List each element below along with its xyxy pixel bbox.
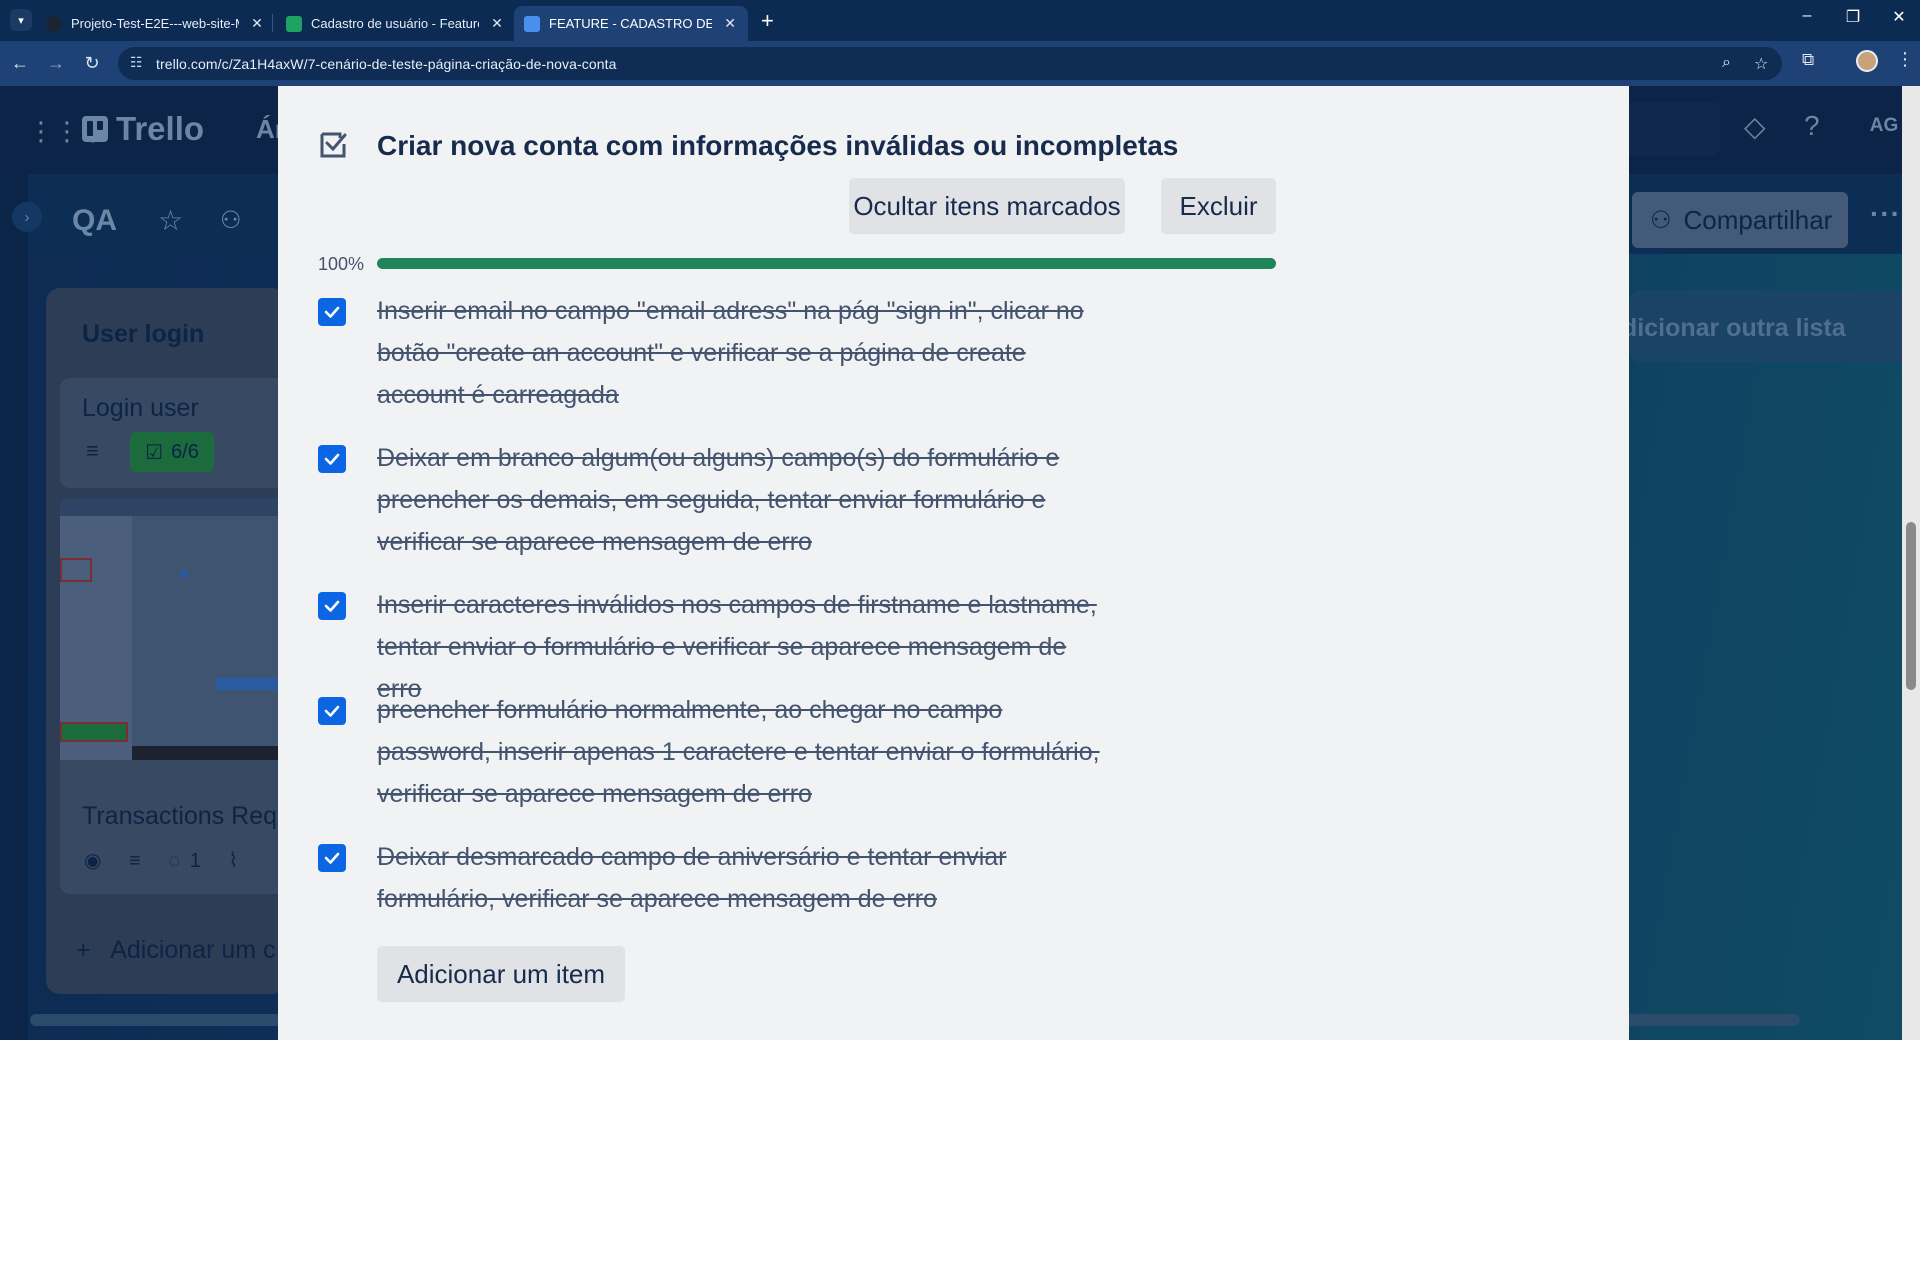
add-member-icon: ⚇ (1650, 206, 1672, 234)
board-menu-icon[interactable]: ··· (1870, 198, 1901, 230)
tab-title: FEATURE - CADASTRO DE NOVA (549, 16, 713, 31)
browser-toolbar: ← → ↻ ☷ trello.com/c/Za1H4axW/7-cenário-… (0, 41, 1920, 86)
attachment-icon: ⌇ (228, 850, 239, 872)
card-login-user[interactable]: Login user ≡ ☑ 6/6 (60, 378, 300, 488)
search-input[interactable] (1620, 102, 1720, 156)
delete-checklist-button[interactable]: Excluir (1161, 178, 1276, 234)
trello-mark-icon (82, 116, 108, 142)
plus-icon: + (76, 936, 91, 964)
checklist-item-text[interactable]: Deixar desmarcado campo de aniversário e… (377, 836, 1117, 920)
checkmark-icon (324, 306, 340, 318)
card-title: Transactions Requ (82, 802, 291, 830)
progress-bar (377, 258, 1276, 269)
site-settings-icon[interactable]: ☷ (130, 54, 143, 71)
close-tab-icon[interactable]: ✕ (489, 15, 505, 32)
address-url[interactable]: trello.com/c/Za1H4axW/7-cenário-de-teste… (156, 56, 617, 72)
browser-tab-3-active[interactable]: FEATURE - CADASTRO DE NOVA ✕ (514, 6, 748, 41)
card-transactions[interactable]: Transactions Requ ◉ ≡ ◌ 1 ⌇ (60, 498, 300, 894)
star-board-icon[interactable]: ☆ (158, 204, 183, 237)
checklist-item-text[interactable]: Inserir email no campo "email adress" na… (377, 290, 1117, 416)
tab-title: Projeto-Test-E2E---web-site-My (71, 16, 239, 31)
browser-tab-2[interactable]: Cadastro de usuário - Feature - ✕ (276, 6, 515, 41)
help-icon[interactable]: ? (1804, 110, 1820, 142)
checkbox-checked[interactable] (318, 592, 346, 620)
checkmark-icon (324, 600, 340, 612)
github-favicon-icon (46, 15, 62, 32)
extensions-icon[interactable]: ⧉ (1802, 50, 1814, 70)
share-button[interactable]: ⚇ Compartilhar (1632, 192, 1848, 248)
forward-arrow-icon[interactable]: → (44, 51, 68, 75)
progress-percentage: 100% (318, 254, 365, 274)
watch-icon: ◉ (84, 850, 102, 872)
checklist-badge: ☑ 6/6 (130, 432, 214, 472)
tab-title: Cadastro de usuário - Feature - (311, 16, 479, 31)
card-detail-modal: Criar nova conta com informações inválid… (278, 86, 1629, 1040)
browser-tab-1[interactable]: Projeto-Test-E2E---web-site-My ✕ (36, 6, 275, 41)
close-tab-icon[interactable]: ✕ (722, 15, 738, 32)
profile-avatar[interactable] (1856, 50, 1878, 72)
hide-checked-items-button[interactable]: Ocultar itens marcados (849, 178, 1125, 234)
trello-logo[interactable]: Trello (82, 110, 204, 148)
checklist-item-text[interactable]: preencher formulário normalmente, ao che… (377, 689, 1117, 815)
checkbox-checked[interactable] (318, 697, 346, 725)
tab-search-icon[interactable]: ▾ (10, 9, 32, 31)
minimize-window-icon[interactable]: – (1792, 7, 1822, 25)
checklist-title[interactable]: Criar nova conta com informações inválid… (377, 130, 1178, 162)
page-scrollbar-thumb[interactable] (1906, 522, 1916, 690)
browser-tab-strip: ▾ Projeto-Test-E2E---web-site-My ✕ Cadas… (0, 0, 1920, 41)
workspace-sidebar-collapsed (0, 174, 28, 1040)
new-tab-button[interactable]: + (761, 8, 774, 34)
comment-icon: ◌ (168, 850, 181, 872)
card-cover-image (60, 498, 300, 760)
reload-icon[interactable]: ↻ (80, 51, 104, 75)
comment-count: 1 (189, 850, 201, 872)
description-icon: ≡ (129, 850, 141, 872)
checkmark-icon (324, 453, 340, 465)
user-avatar[interactable]: AG (1864, 106, 1904, 146)
checklist-icon (320, 132, 347, 158)
checkmark-icon (324, 852, 340, 864)
checklist-item-text[interactable]: Deixar em branco algum(ou alguns) campo(… (377, 437, 1117, 563)
zoom-icon[interactable]: ⌕ (1722, 54, 1731, 72)
trello-favicon-icon (524, 15, 540, 32)
checklist-badge-count: 6/6 (171, 440, 199, 463)
address-bar[interactable]: ☷ trello.com/c/Za1H4axW/7-cenário-de-tes… (118, 47, 1782, 80)
card-badges: ◉ ≡ ◌ 1 ⌇ (84, 848, 238, 873)
checklist-badge-icon: ☑ (145, 441, 164, 464)
browser-menu-icon[interactable]: ⋮ (1896, 49, 1914, 70)
bookmark-star-icon[interactable]: ☆ (1754, 54, 1768, 74)
close-tab-icon[interactable]: ✕ (249, 15, 265, 32)
notifications-icon[interactable]: ◇ (1744, 110, 1766, 143)
add-card-button[interactable]: + Adicionar um c (76, 936, 276, 965)
list-title[interactable]: User login (82, 320, 204, 349)
checkbox-checked[interactable] (318, 844, 346, 872)
tab-separator (272, 14, 273, 32)
add-card-label: Adicionar um c (110, 936, 276, 964)
checkbox-checked[interactable] (318, 445, 346, 473)
workspace-visibility-icon[interactable]: ⚇ (220, 206, 242, 235)
list-user-login: User login Login user ≡ ☑ 6/6 Transactio… (46, 288, 300, 994)
trello-logo-text: Trello (116, 110, 205, 147)
add-list-label[interactable]: dicionar outra lista (1622, 314, 1846, 343)
progress-bar-fill (377, 258, 1276, 269)
restore-window-icon[interactable]: ❐ (1838, 7, 1868, 27)
card-title: Login user (82, 394, 199, 422)
board-name[interactable]: QA (72, 204, 117, 238)
checkbox-checked[interactable] (318, 298, 346, 326)
checkmark-icon (324, 705, 340, 717)
sheets-favicon-icon (286, 15, 302, 32)
add-checklist-item-button[interactable]: Adicionar um item (377, 946, 625, 1002)
share-label: Compartilhar (1683, 204, 1833, 235)
back-arrow-icon[interactable]: ← (8, 51, 32, 75)
expand-sidebar-icon[interactable]: › (12, 202, 42, 232)
description-icon: ≡ (86, 438, 99, 463)
close-window-icon[interactable]: ✕ (1884, 7, 1914, 27)
